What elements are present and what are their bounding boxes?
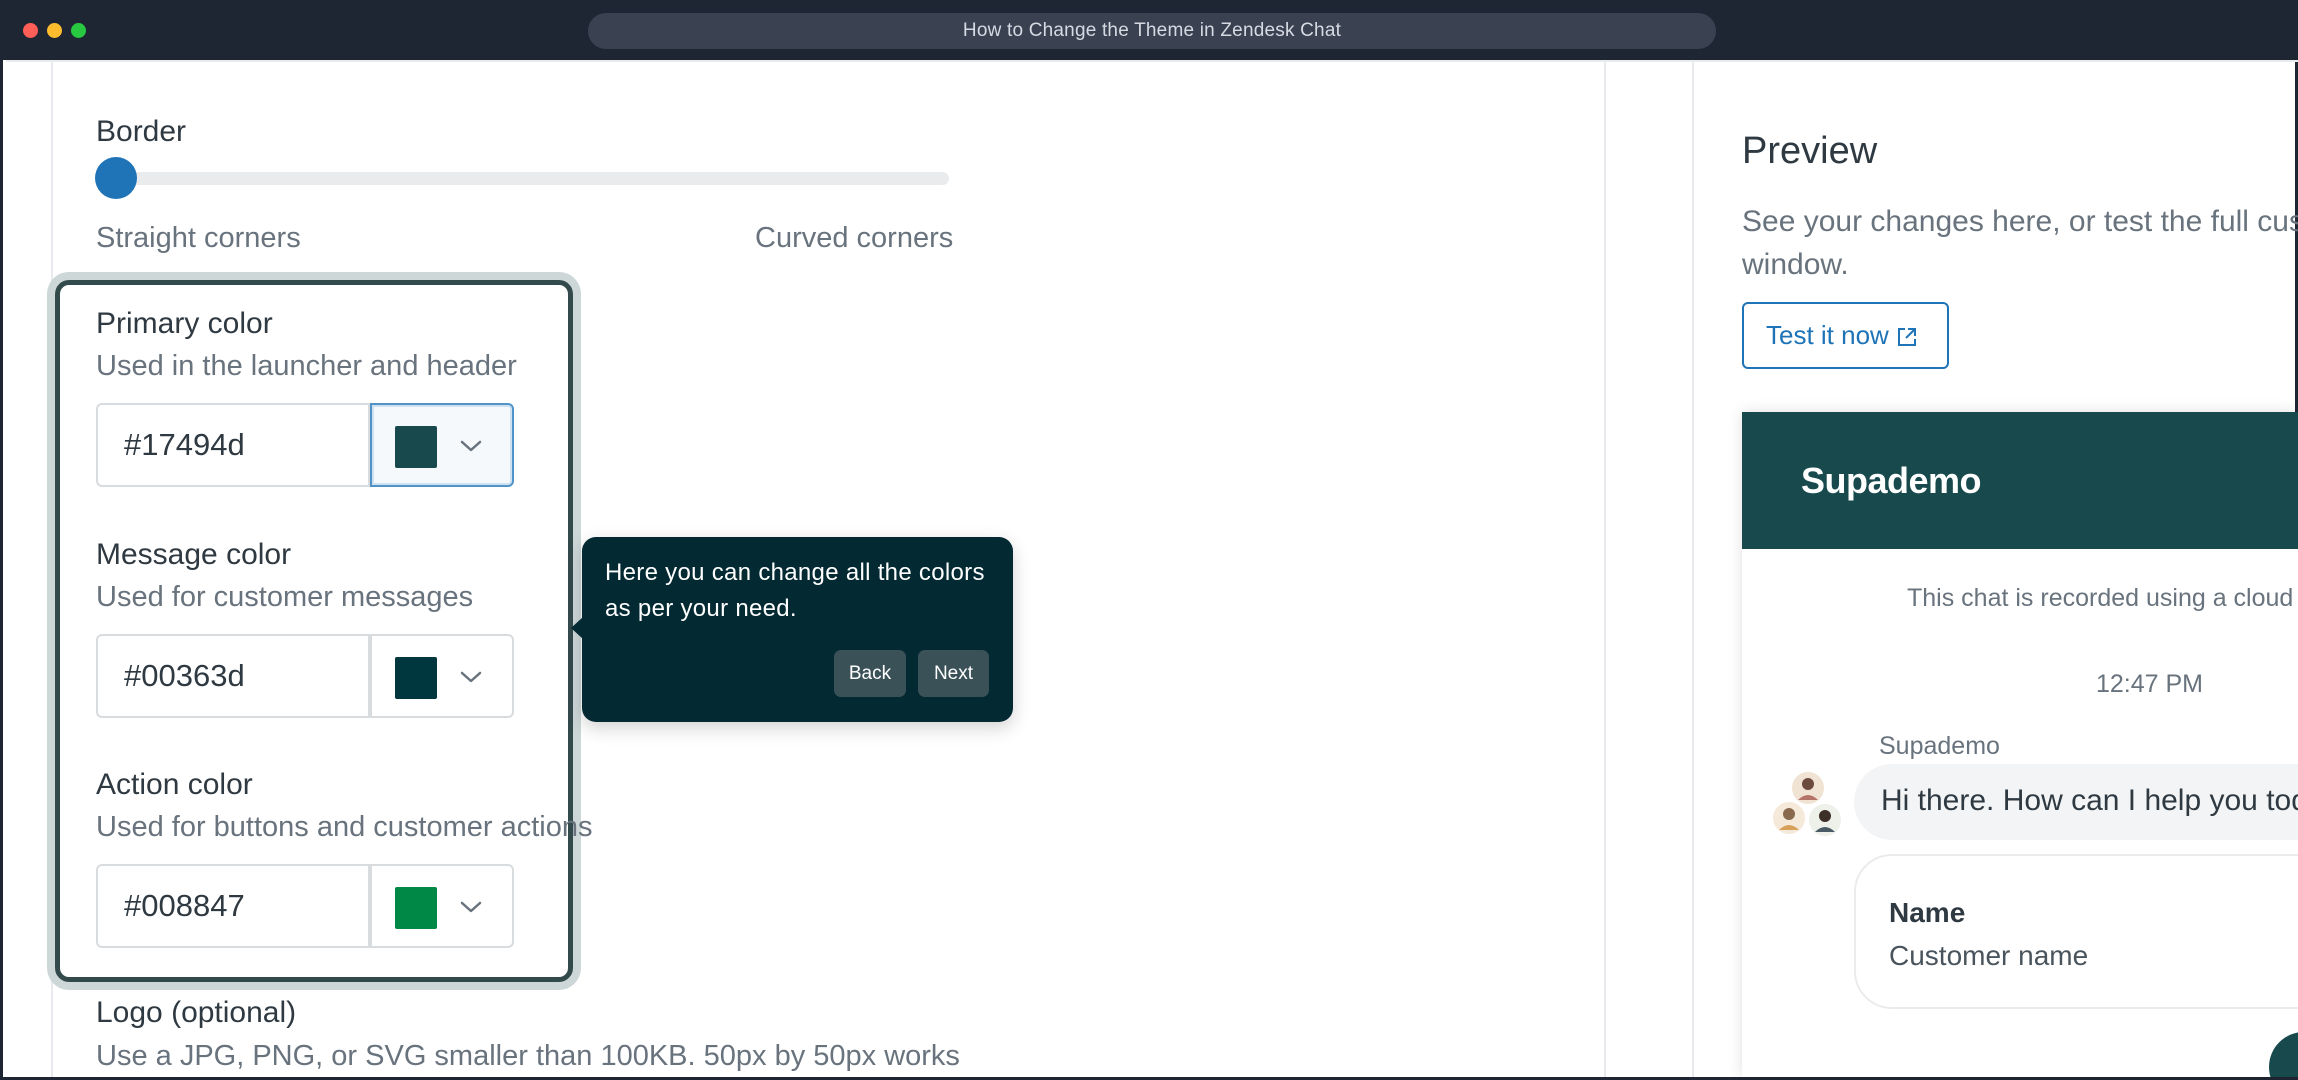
divider [1692, 62, 1694, 1077]
logo-description: Use a JPG, PNG, or SVG smaller than 100K… [96, 1040, 960, 1072]
border-label: Border [96, 115, 187, 148]
agent-avatars-icon [1772, 770, 1843, 838]
preview-description: See your changes here, or test the full … [1742, 200, 2298, 286]
tooltip-text: Here you can change all the colors as pe… [605, 559, 985, 622]
divider [1604, 62, 1606, 1077]
chat-sender-name: Supademo [1879, 732, 2000, 760]
primary-color-picker-button[interactable] [370, 403, 514, 487]
border-slider-track[interactable] [96, 172, 949, 185]
chevron-down-icon [460, 440, 482, 452]
slider-min-label: Straight corners [96, 222, 301, 254]
form-field-label: Name [1889, 897, 1966, 928]
chat-timestamp: 12:47 PM [2096, 670, 2204, 698]
window-title: How to Change the Theme in Zendesk Chat [588, 13, 1716, 49]
minimize-window-button[interactable] [47, 23, 62, 38]
preview-description-line: See your changes here, or test the full … [1742, 205, 2298, 238]
action-color-picker-button[interactable] [370, 864, 514, 948]
close-window-button[interactable] [23, 23, 38, 38]
message-color-description: Used for customer messages [96, 581, 474, 613]
message-color-input[interactable]: #00363d [96, 634, 370, 718]
chevron-down-icon [460, 671, 482, 683]
message-color-label: Message color [96, 538, 292, 571]
divider [51, 62, 53, 1077]
chat-launcher-button[interactable] [2269, 1032, 2298, 1077]
primary-color-swatch [395, 426, 437, 468]
chat-form-card: Name Customer name [1854, 854, 2298, 1009]
title-bar: How to Change the Theme in Zendesk Chat [3, 0, 2298, 60]
maximize-window-button[interactable] [71, 23, 86, 38]
chevron-down-icon [460, 901, 482, 913]
tour-tooltip: Here you can change all the colors as pe… [571, 537, 1013, 722]
primary-color-input[interactable]: #17494d [96, 403, 370, 487]
action-color-label: Action color [96, 768, 253, 801]
chat-recording-notice: This chat is recorded using a cloud [1907, 584, 2294, 612]
preview-title: Preview [1742, 130, 1878, 172]
test-it-now-button[interactable]: Test it now [1742, 302, 1949, 369]
browser-window: How to Change the Theme in Zendesk Chat … [0, 0, 2298, 1080]
message-color-picker-button[interactable] [370, 634, 514, 718]
test-it-now-label: Test it now [1766, 320, 1889, 350]
preview-description-line: window. [1742, 248, 1849, 281]
message-color-swatch [395, 657, 437, 699]
chat-preview: Supademo This chat is recorded using a c… [1742, 412, 2298, 1077]
primary-color-label: Primary color [96, 307, 273, 340]
chat-message-text: Hi there. How can I help you toda [1881, 784, 2298, 817]
border-slider-thumb[interactable] [95, 157, 137, 199]
back-button[interactable]: Back [834, 650, 906, 697]
next-button[interactable]: Next [918, 650, 989, 697]
divider [6, 60, 2298, 62]
logo-label: Logo (optional) [96, 996, 297, 1029]
slider-max-label: Curved corners [755, 222, 954, 254]
action-color-description: Used for buttons and customer actions [96, 811, 593, 843]
chat-header: Supademo [1742, 412, 2298, 549]
external-link-icon [1898, 328, 1916, 346]
action-color-swatch [395, 887, 437, 929]
form-field-value[interactable]: Customer name [1889, 940, 2088, 972]
chat-brand-name: Supademo [1801, 460, 1982, 501]
action-color-input[interactable]: #008847 [96, 864, 370, 948]
primary-color-description: Used in the launcher and header [96, 350, 517, 382]
chat-message-bubble: Hi there. How can I help you toda [1854, 764, 2298, 840]
